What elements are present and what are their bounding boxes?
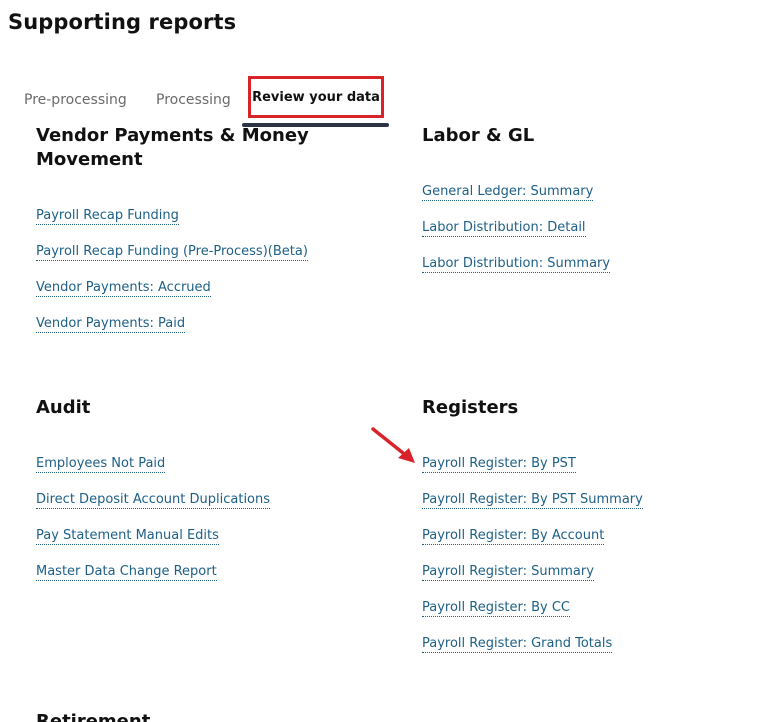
section-vendor-payments: Vendor Payments & Money Movement Payroll…: [36, 124, 376, 348]
link-vendor-payments-paid[interactable]: Vendor Payments: Paid: [36, 316, 186, 333]
supporting-reports-page: Supporting reports Pre-processing Proces…: [0, 0, 759, 722]
labor-gl-links: General Ledger: Summary Labor Distributi…: [422, 180, 742, 288]
section-title-registers: Registers: [422, 397, 519, 418]
link-payroll-register-summary[interactable]: Payroll Register: Summary: [422, 564, 594, 581]
list-item: Payroll Register: By Account: [422, 524, 742, 560]
vendor-payments-links: Payroll Recap Funding Payroll Recap Fund…: [36, 204, 376, 348]
link-direct-deposit-duplications[interactable]: Direct Deposit Account Duplications: [36, 492, 271, 509]
list-item: Vendor Payments: Accrued: [36, 276, 376, 312]
section-audit: Audit Employees Not Paid Direct Deposit …: [36, 396, 376, 596]
section-labor-gl: Labor & GL General Ledger: Summary Labor…: [422, 124, 742, 288]
list-item: Master Data Change Report: [36, 560, 376, 596]
tab-pre-processing[interactable]: Pre-processing: [24, 92, 127, 108]
report-tabs: Pre-processing Processing Review your da…: [10, 76, 410, 128]
section-title-audit: Audit: [36, 397, 91, 418]
list-item: Labor Distribution: Summary: [422, 252, 742, 288]
list-item: Payroll Register: Grand Totals: [422, 632, 742, 668]
list-item: Payroll Register: By PST Summary: [422, 488, 742, 524]
page-title: Supporting reports: [8, 10, 237, 34]
tab-processing[interactable]: Processing: [156, 92, 231, 108]
list-item: Payroll Recap Funding: [36, 204, 376, 240]
link-general-ledger-summary[interactable]: General Ledger: Summary: [422, 184, 594, 201]
list-item: Pay Statement Manual Edits: [36, 524, 376, 560]
link-labor-distribution-summary[interactable]: Labor Distribution: Summary: [422, 256, 611, 273]
link-employees-not-paid[interactable]: Employees Not Paid: [36, 456, 166, 473]
link-payroll-recap-funding-pre-process[interactable]: Payroll Recap Funding (Pre-Process)(Beta…: [36, 244, 308, 261]
list-item: Employees Not Paid: [36, 452, 376, 488]
section-title-retirement: Retirement: [36, 711, 151, 722]
link-payroll-register-by-pst[interactable]: Payroll Register: By PST: [422, 456, 576, 473]
link-payroll-register-by-cc[interactable]: Payroll Register: By CC: [422, 600, 570, 617]
list-item: Payroll Register: By CC: [422, 596, 742, 632]
list-item: Labor Distribution: Detail: [422, 216, 742, 252]
section-retirement: Retirement: [36, 710, 376, 722]
list-item: Direct Deposit Account Duplications: [36, 488, 376, 524]
annotation-arrow-icon: [371, 427, 415, 463]
audit-links: Employees Not Paid Direct Deposit Accoun…: [36, 452, 376, 596]
link-payroll-recap-funding[interactable]: Payroll Recap Funding: [36, 208, 179, 225]
list-item: Vendor Payments: Paid: [36, 312, 376, 348]
section-title-vendor-payments: Vendor Payments & Money Movement: [36, 125, 309, 170]
link-payroll-register-grand-totals[interactable]: Payroll Register: Grand Totals: [422, 636, 613, 653]
list-item: Payroll Recap Funding (Pre-Process)(Beta…: [36, 240, 376, 276]
link-vendor-payments-accrued[interactable]: Vendor Payments: Accrued: [36, 280, 211, 297]
list-item: Payroll Register: By PST: [422, 452, 742, 488]
link-pay-statement-manual-edits[interactable]: Pay Statement Manual Edits: [36, 528, 219, 545]
section-title-labor-gl: Labor & GL: [422, 125, 535, 146]
link-payroll-register-by-account[interactable]: Payroll Register: By Account: [422, 528, 605, 545]
link-master-data-change-report[interactable]: Master Data Change Report: [36, 564, 217, 581]
list-item: Payroll Register: Summary: [422, 560, 742, 596]
tab-review-your-data[interactable]: Review your data: [248, 76, 384, 118]
registers-links: Payroll Register: By PST Payroll Registe…: [422, 452, 742, 668]
link-labor-distribution-detail[interactable]: Labor Distribution: Detail: [422, 220, 586, 237]
link-payroll-register-by-pst-summary[interactable]: Payroll Register: By PST Summary: [422, 492, 643, 509]
list-item: General Ledger: Summary: [422, 180, 742, 216]
section-registers: Registers Payroll Register: By PST Payro…: [422, 396, 742, 668]
